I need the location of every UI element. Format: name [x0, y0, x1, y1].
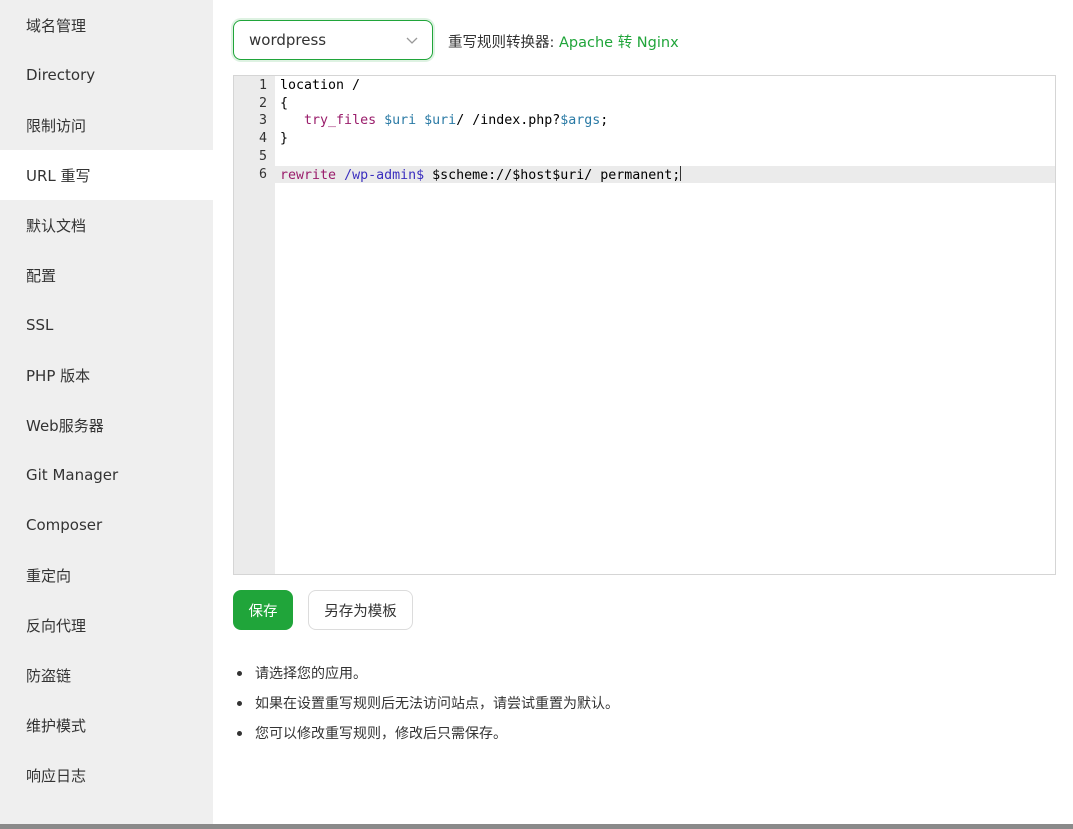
tip-item: 如果在设置重写规则后无法访问站点，请尝试重置为默认。	[237, 693, 619, 713]
chevron-down-icon	[406, 37, 418, 44]
tip-item: 请选择您的应用。	[237, 663, 367, 683]
save-as-template-button[interactable]: 另存为模板	[308, 590, 413, 630]
tip-text: 请选择您的应用。	[255, 666, 367, 682]
code-text: rewrite /wp-admin$ $scheme://$host$uri/ …	[280, 165, 682, 183]
sidebar-item-url-rewrite[interactable]: URL 重写	[0, 150, 213, 200]
sidebar-item-reverse-proxy[interactable]: 反向代理	[0, 600, 213, 650]
sidebar-item-label: Composer	[26, 516, 103, 534]
line-number: 4	[258, 131, 267, 147]
sidebar: 域名管理 Directory 限制访问 URL 重写 默认文档 配置 SSL P…	[0, 0, 213, 824]
sidebar-item-composer[interactable]: Composer	[0, 500, 213, 550]
converter-label: 重写规则转换器:	[448, 35, 555, 51]
sidebar-item-domain[interactable]: 域名管理	[0, 0, 213, 50]
sidebar-item-redirect[interactable]: 重定向	[0, 550, 213, 600]
rewrite-panel: wordpress 重写规则转换器: Apache 转 Nginx 1 loca…	[213, 0, 1073, 824]
sidebar-item-label: PHP 版本	[26, 366, 91, 385]
sidebar-item-config[interactable]: 配置	[0, 250, 213, 300]
sidebar-item-web-server[interactable]: Web服务器	[0, 400, 213, 450]
code-text: {	[280, 95, 289, 111]
sidebar-item-label: URL 重写	[26, 166, 91, 185]
text-cursor	[680, 165, 682, 181]
sidebar-item-label: 域名管理	[26, 16, 87, 35]
code-text: }	[280, 131, 289, 147]
code-line-active: 6 rewrite /wp-admin$ $scheme://$host$uri…	[234, 165, 1055, 184]
code-text: try_files $uri $uri/ /index.php?$args;	[304, 113, 609, 129]
code-line: 4 }	[234, 130, 1055, 148]
app-template-select-value: wordpress	[249, 31, 327, 49]
sidebar-item-label: 重定向	[26, 566, 72, 585]
sidebar-item-git-manager[interactable]: Git Manager	[0, 450, 213, 500]
sidebar-item-label: 反向代理	[26, 616, 87, 635]
code-line: 3 try_files $uri $uri/ /index.php?$args;	[234, 112, 1055, 130]
save-button[interactable]: 保存	[233, 590, 293, 630]
code-line: 2 {	[234, 95, 1055, 113]
apache-to-nginx-link[interactable]: Apache 转 Nginx	[559, 35, 679, 51]
sidebar-item-label: 默认文档	[26, 216, 87, 235]
app-template-select[interactable]: wordpress	[233, 20, 433, 60]
sidebar-item-php-version[interactable]: PHP 版本	[0, 350, 213, 400]
code-line: 5	[234, 148, 1055, 166]
sidebar-item-hotlink-protection[interactable]: 防盗链	[0, 650, 213, 700]
line-number: 1	[258, 78, 267, 93]
rewrite-code-editor[interactable]: 1 location / 2 { 3 try_files $uri $uri/ …	[233, 75, 1056, 575]
sidebar-item-directory[interactable]: Directory	[0, 50, 213, 100]
sidebar-item-access-limit[interactable]: 限制访问	[0, 100, 213, 150]
sidebar-item-ssl[interactable]: SSL	[0, 300, 213, 350]
tip-text: 您可以修改重写规则，修改后只需保存。	[255, 726, 507, 742]
sidebar-item-label: 限制访问	[26, 116, 87, 135]
sidebar-item-maintenance-mode[interactable]: 维护模式	[0, 700, 213, 750]
line-number: 2	[258, 95, 267, 111]
sidebar-item-response-log[interactable]: 响应日志	[0, 750, 213, 800]
bullet-icon	[237, 670, 242, 676]
sidebar-item-label: 配置	[26, 266, 57, 285]
code-line: 1 location /	[234, 77, 1055, 95]
tip-item: 您可以修改重写规则，修改后只需保存。	[237, 723, 507, 743]
sidebar-item-label: Directory	[26, 66, 96, 84]
sidebar-item-label: SSL	[26, 316, 54, 334]
tip-text: 如果在设置重写规则后无法访问站点，请尝试重置为默认。	[255, 696, 619, 712]
line-number: 5	[258, 148, 267, 164]
rewrite-converter: 重写规则转换器: Apache 转 Nginx	[448, 31, 679, 52]
sidebar-item-label: 维护模式	[26, 716, 87, 735]
site-settings-window: 域名管理 Directory 限制访问 URL 重写 默认文档 配置 SSL P…	[0, 0, 1073, 829]
sidebar-item-label: Web服务器	[26, 416, 104, 435]
bullet-icon	[237, 730, 242, 736]
line-number: 6	[258, 166, 267, 182]
sidebar-item-label: 响应日志	[26, 766, 87, 785]
code-text: location /	[280, 78, 361, 93]
sidebar-item-label: Git Manager	[26, 466, 119, 484]
sidebar-item-label: 防盗链	[26, 666, 72, 685]
window-bottom-edge	[0, 824, 1073, 829]
line-number: 3	[258, 113, 267, 129]
sidebar-item-default-document[interactable]: 默认文档	[0, 200, 213, 250]
bullet-icon	[237, 700, 242, 706]
